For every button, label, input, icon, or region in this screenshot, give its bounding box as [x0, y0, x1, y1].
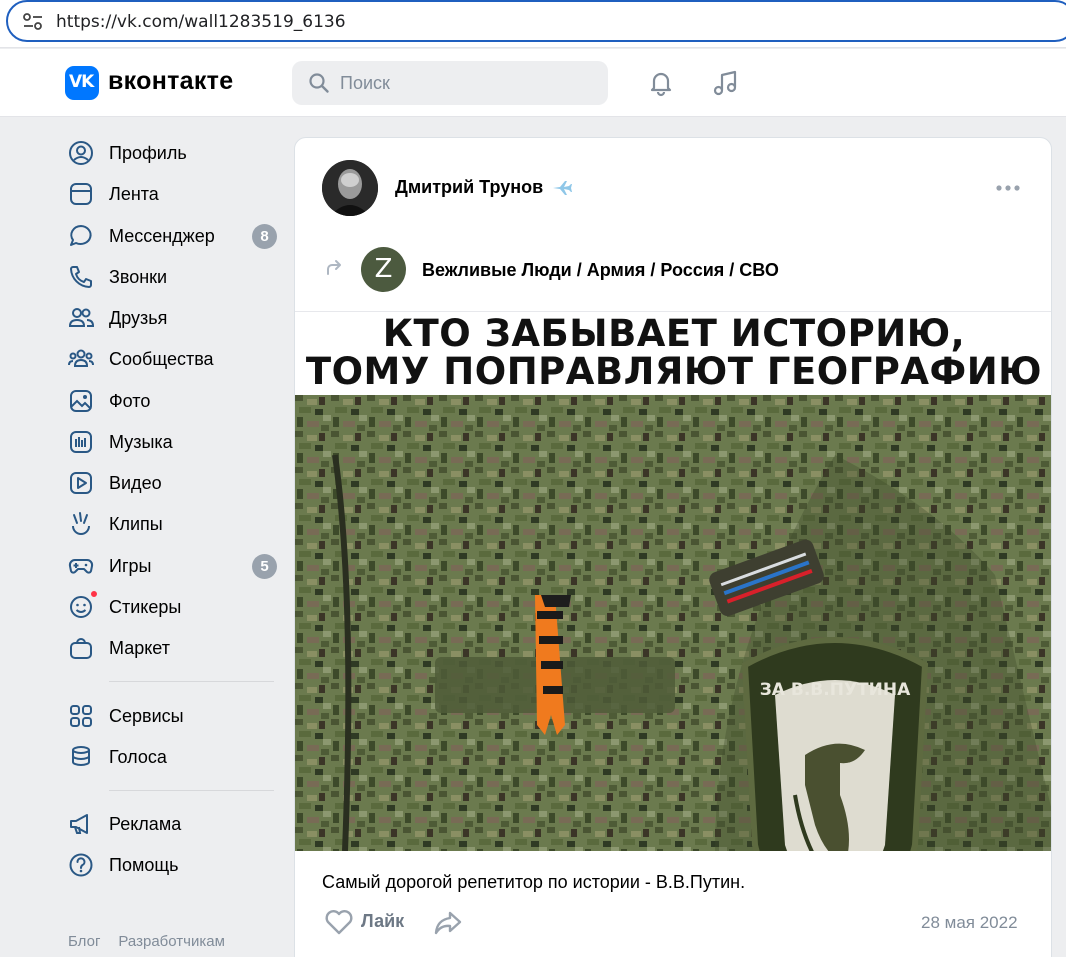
- sidebar-item-feed[interactable]: Лента: [62, 175, 282, 213]
- unread-count-badge: 8: [252, 224, 277, 249]
- votes-icon: [72, 746, 90, 766]
- feed-icon: [70, 183, 92, 205]
- clips-icon: [72, 512, 90, 535]
- avatar-photo: [322, 160, 378, 216]
- sidebar-item-label: Стикеры: [109, 597, 182, 617]
- search-box[interactable]: [292, 61, 608, 105]
- sidebar-item-label: Видео: [109, 473, 162, 493]
- sidebar-item-label: Клипы: [109, 514, 163, 534]
- sidebar-item-votes[interactable]: Голоса: [62, 738, 282, 776]
- sidebar-item-stickers[interactable]: Стикеры: [62, 588, 282, 626]
- sidebar-item-label: Игры: [109, 556, 152, 576]
- url-text: https://vk.com/wall1283519_6136: [56, 12, 346, 32]
- post-text: Самый дорогой репетитор по истории - В.В…: [322, 872, 746, 892]
- games-count-badge: 5: [252, 554, 277, 579]
- sidebar-item-friends[interactable]: Друзья: [62, 299, 282, 337]
- sidebar-item-label: Мессенджер: [109, 226, 215, 246]
- notifications-bell-icon[interactable]: [646, 68, 676, 98]
- plane-icon: [553, 181, 572, 195]
- sidebar-divider: [109, 681, 274, 682]
- friends-icon: [68, 308, 94, 327]
- sidebar-item-label: Помощь: [109, 855, 179, 875]
- megaphone-icon: [70, 814, 88, 834]
- image-caption-band: КТО ЗАБЫВАЕТ ИСТОРИЮ, ТОМУ ПОПРАВЛЯЮТ ГЕ…: [295, 311, 1051, 395]
- sidebar-divider: [109, 790, 274, 791]
- sidebar-item-label: Звонки: [109, 267, 168, 287]
- sidebar-item-photo[interactable]: Фото: [62, 382, 282, 420]
- wall-post: Дмитрий Трунов Z Вежливые Люди / Армия /…: [294, 137, 1052, 957]
- sidebar-item-profile[interactable]: Профиль: [62, 134, 282, 172]
- services-icon: [70, 705, 92, 727]
- sidebar-item-ads[interactable]: Реклама: [62, 805, 282, 843]
- sidebar-item-help[interactable]: Помощь: [62, 846, 282, 884]
- share-icon[interactable]: [433, 909, 463, 937]
- post-date[interactable]: 28 мая 2022: [921, 913, 1018, 933]
- image-text-line2: ТОМУ ПОПРАВЛЯЮТ ГЕОГРАФИЮ: [305, 350, 1043, 393]
- search-icon: [309, 73, 329, 93]
- photo-illustration: ЗА В.В.ПУТИНА: [295, 395, 1051, 851]
- new-stickers-dot: [90, 590, 98, 598]
- author-avatar[interactable]: [322, 160, 378, 216]
- photo-icon: [70, 390, 92, 412]
- developers-link[interactable]: Разработчикам: [118, 933, 224, 950]
- like-button[interactable]: Лайк: [361, 911, 404, 932]
- logo-text[interactable]: вконтакте: [108, 67, 233, 96]
- sidebar-item-label: Голоса: [109, 747, 167, 767]
- sidebar-item-label: Реклама: [109, 814, 182, 834]
- profile-icon: [69, 141, 93, 165]
- sidebar-item-clips[interactable]: Клипы: [62, 505, 282, 543]
- communities-icon: [68, 349, 94, 367]
- stickers-icon: [70, 596, 92, 618]
- logo-mark: VK: [69, 72, 94, 92]
- sidebar-item-services[interactable]: Сервисы: [62, 697, 282, 735]
- sidebar-item-label: Лента: [109, 184, 159, 204]
- post-image[interactable]: КТО ЗАБЫВАЕТ ИСТОРИЮ, ТОМУ ПОПРАВЛЯЮТ ГЕ…: [295, 311, 1051, 851]
- sidebar-item-communities[interactable]: Сообщества: [62, 340, 282, 378]
- sidebar-item-messenger[interactable]: Мессенджер 8: [62, 217, 282, 255]
- sidebar-item-label: Фото: [109, 391, 151, 411]
- market-icon: [70, 638, 92, 659]
- site-settings-icon[interactable]: [22, 12, 44, 32]
- camouflage-photo: ЗА В.В.ПУТИНА: [295, 395, 1051, 851]
- sidebar-item-market[interactable]: Маркет: [62, 629, 282, 667]
- patch-text: ЗА В.В.ПУТИНА: [760, 680, 911, 700]
- repost-group-name[interactable]: Вежливые Люди / Армия / Россия / СВО: [422, 260, 779, 281]
- heart-icon[interactable]: [324, 908, 354, 936]
- video-icon: [70, 472, 92, 494]
- sidebar-item-label: Сервисы: [109, 706, 184, 726]
- music-note-icon[interactable]: [711, 68, 741, 98]
- sidebar-item-label: Музыка: [109, 432, 173, 452]
- sidebar-item-label: Маркет: [109, 638, 170, 658]
- vk-logo-icon[interactable]: VK: [65, 66, 99, 100]
- sidebar-item-label: Друзья: [109, 308, 168, 328]
- more-options-icon[interactable]: [995, 178, 1021, 198]
- repost-arrow-icon: [327, 260, 341, 275]
- repost-group-avatar[interactable]: Z: [361, 247, 406, 292]
- sidebar-item-games[interactable]: Игры 5: [62, 547, 282, 585]
- sidebar-item-calls[interactable]: Звонки: [62, 258, 282, 296]
- post-author-name[interactable]: Дмитрий Трунов: [395, 177, 543, 198]
- sidebar-footer: Блог Разработчикам: [68, 933, 243, 950]
- image-text-line1: КТО ЗАБЫВАЕТ ИСТОРИЮ,: [382, 312, 966, 355]
- help-icon: [69, 853, 93, 877]
- sidebar-item-label: Профиль: [109, 143, 187, 163]
- messenger-icon: [70, 225, 92, 246]
- phone-icon: [70, 266, 92, 288]
- browser-address-bar: https://vk.com/wall1283519_6136: [0, 0, 1066, 48]
- sidebar-item-music[interactable]: Музыка: [62, 423, 282, 461]
- blog-link[interactable]: Блог: [68, 933, 100, 950]
- games-icon: [68, 559, 94, 574]
- music-icon: [70, 431, 92, 453]
- sidebar-item-video[interactable]: Видео: [62, 464, 282, 502]
- url-field[interactable]: https://vk.com/wall1283519_6136: [6, 0, 1066, 42]
- vk-header: VK вконтакте: [0, 49, 1066, 117]
- search-input[interactable]: [340, 72, 590, 94]
- sidebar-item-label: Сообщества: [109, 349, 214, 369]
